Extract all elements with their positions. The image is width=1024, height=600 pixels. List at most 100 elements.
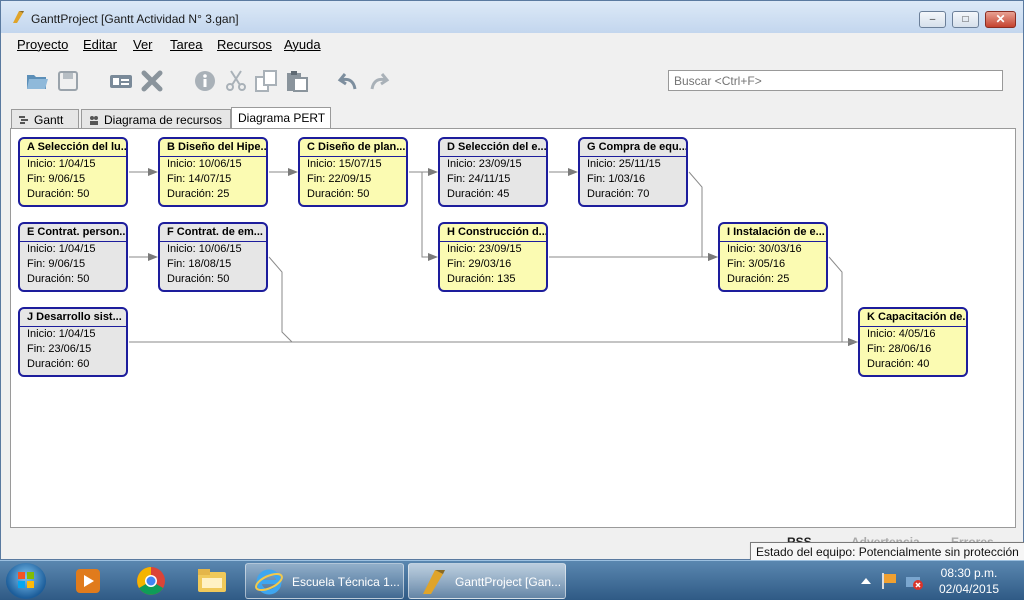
task-inicio: Inicio: 15/07/15 [307, 158, 382, 170]
close-icon: ✕ [995, 12, 1006, 26]
save-icon[interactable] [56, 69, 80, 93]
copy-icon[interactable] [254, 69, 278, 93]
task-duracion: Duración: 135 [447, 273, 516, 285]
task-fin: Fin: 1/03/16 [587, 173, 646, 185]
info-icon[interactable] [193, 69, 217, 93]
maximize-icon: □ [962, 14, 969, 25]
taskbar-clock[interactable]: 08:30 p.m. 02/04/2015 [926, 565, 1012, 597]
maximize-button[interactable]: □ [952, 11, 979, 28]
task-title: E Contrat. person... [20, 224, 126, 242]
search-input[interactable] [668, 70, 1003, 91]
paste-icon[interactable] [285, 69, 309, 93]
show-hidden-icons-icon[interactable] [860, 575, 872, 587]
pert-node-b[interactable]: B Diseño del Hipe... Inicio: 10/06/15 Fi… [158, 137, 268, 207]
toolbar [9, 61, 1019, 99]
clock-date: 02/04/2015 [938, 582, 1000, 596]
pert-node-i[interactable]: I Instalación de e... Inicio: 30/03/16 F… [718, 222, 828, 292]
window-title: GanttProject [Gantt Actividad N° 3.gan] [31, 12, 239, 26]
task-inicio: Inicio: 1/04/15 [27, 328, 96, 340]
open-icon[interactable] [25, 69, 49, 93]
app-window: GanttProject [Gantt Actividad N° 3.gan] … [0, 0, 1024, 560]
ganttproject-icon [423, 570, 445, 594]
task-duracion: Duración: 25 [167, 188, 230, 200]
task-inicio: Inicio: 10/06/15 [167, 243, 242, 255]
task-fin: Fin: 3/05/16 [727, 258, 786, 270]
delete-icon[interactable] [140, 69, 164, 93]
pert-node-j[interactable]: J Desarrollo sist... Inicio: 1/04/15 Fin… [18, 307, 128, 377]
arrow-g-i [688, 171, 718, 261]
cut-icon[interactable] [224, 69, 248, 93]
task-title: K Capacitación de... [860, 309, 966, 327]
close-button[interactable]: ✕ [985, 11, 1016, 28]
media-player-icon[interactable] [60, 564, 116, 598]
taskbar-button-ie[interactable]: Escuela Técnica 1... [245, 563, 404, 599]
task-duracion: Duración: 70 [587, 188, 650, 200]
start-button[interactable] [6, 563, 46, 599]
task-fin: Fin: 29/03/16 [447, 258, 512, 270]
task-duracion: Duración: 50 [167, 273, 230, 285]
taskbar: Escuela Técnica 1... GanttProject [Gan..… [0, 560, 1024, 600]
minimize-icon: – [929, 14, 936, 25]
task-fin: Fin: 9/06/15 [27, 173, 86, 185]
menu-proyecto[interactable]: Proyecto [17, 37, 68, 52]
redo-icon[interactable] [366, 69, 390, 93]
title-bar[interactable]: GanttProject [Gantt Actividad N° 3.gan] … [1, 1, 1023, 33]
pert-node-a[interactable]: A Selección del lu... Inicio: 1/04/15 Fi… [18, 137, 128, 207]
task-title: H Construcción d... [440, 224, 546, 242]
tab-label: Diagrama PERT [238, 111, 326, 125]
pert-node-h[interactable]: H Construcción d... Inicio: 23/09/15 Fin… [438, 222, 548, 292]
tab-label: Diagrama de recursos [104, 113, 223, 127]
ganttproject-app-icon [13, 11, 24, 23]
arrow-i-k [828, 256, 858, 346]
task-fin: Fin: 22/09/15 [307, 173, 372, 185]
task-inicio: Inicio: 25/11/15 [587, 158, 661, 170]
task-fin: Fin: 28/06/16 [867, 343, 932, 355]
network-warning-icon[interactable] [904, 571, 924, 591]
chrome-icon[interactable] [123, 564, 179, 598]
task-inicio: Inicio: 30/03/16 [727, 243, 802, 255]
resources-icon [90, 116, 98, 125]
taskbar-button-ganttproject[interactable]: GanttProject [Gan... [408, 563, 566, 599]
taskbar-label: Escuela Técnica 1... [292, 575, 400, 589]
action-center-flag-icon[interactable] [880, 571, 898, 591]
task-inicio: Inicio: 1/04/15 [27, 158, 96, 170]
tab-diagrama-pert[interactable]: Diagrama PERT [231, 107, 331, 129]
menu-editar[interactable]: Editar [83, 37, 117, 52]
pert-node-k[interactable]: K Capacitación de... Inicio: 4/05/16 Fin… [858, 307, 968, 377]
task-title: D Selección del e... [440, 139, 546, 157]
task-fin: Fin: 9/06/15 [27, 258, 86, 270]
minimize-button[interactable]: – [919, 11, 946, 28]
pert-node-e[interactable]: E Contrat. person... Inicio: 1/04/15 Fin… [18, 222, 128, 292]
task-duracion: Duración: 50 [27, 188, 90, 200]
arrow-c-h [409, 171, 438, 261]
pert-node-g[interactable]: G Compra de equ... Inicio: 25/11/15 Fin:… [578, 137, 688, 207]
security-tooltip: Estado del equipo: Potencialmente sin pr… [750, 542, 1024, 562]
task-inicio: Inicio: 1/04/15 [27, 243, 96, 255]
pert-node-f[interactable]: F Contrat. de em... Inicio: 10/06/15 Fin… [158, 222, 268, 292]
file-explorer-icon[interactable] [184, 564, 240, 598]
internet-explorer-icon [255, 569, 283, 595]
task-title: B Diseño del Hipe... [160, 139, 266, 157]
menu-tarea[interactable]: Tarea [170, 37, 203, 52]
task-fin: Fin: 18/08/15 [167, 258, 232, 270]
task-title: C Diseño de plan... [300, 139, 406, 157]
menu-ayuda[interactable]: Ayuda [284, 37, 321, 52]
tab-label: Gantt [34, 113, 64, 127]
task-fin: Fin: 14/07/15 [167, 173, 232, 185]
task-title: A Selección del lu... [20, 139, 126, 157]
tab-diagrama-de-recursos[interactable]: Diagrama de recursos [81, 109, 231, 129]
task-inicio: Inicio: 4/05/16 [867, 328, 936, 340]
pert-node-d[interactable]: D Selección del e... Inicio: 23/09/15 Fi… [438, 137, 548, 207]
menu-recursos[interactable]: Recursos [217, 37, 272, 52]
undo-icon[interactable] [337, 69, 361, 93]
properties-icon[interactable] [109, 69, 133, 93]
task-duracion: Duración: 50 [307, 188, 370, 200]
pert-node-c[interactable]: C Diseño de plan... Inicio: 15/07/15 Fin… [298, 137, 408, 207]
task-duracion: Duración: 50 [27, 273, 90, 285]
pert-chart-canvas: A Selección del lu... Inicio: 1/04/15 Fi… [10, 128, 1016, 528]
task-inicio: Inicio: 23/09/15 [447, 158, 522, 170]
tab-gantt[interactable]: Gantt [11, 109, 79, 129]
task-title: I Instalación de e... [720, 224, 826, 242]
menu-bar: Proyecto Editar Ver Tarea Recursos Ayuda [9, 35, 1019, 55]
menu-ver[interactable]: Ver [133, 37, 153, 52]
